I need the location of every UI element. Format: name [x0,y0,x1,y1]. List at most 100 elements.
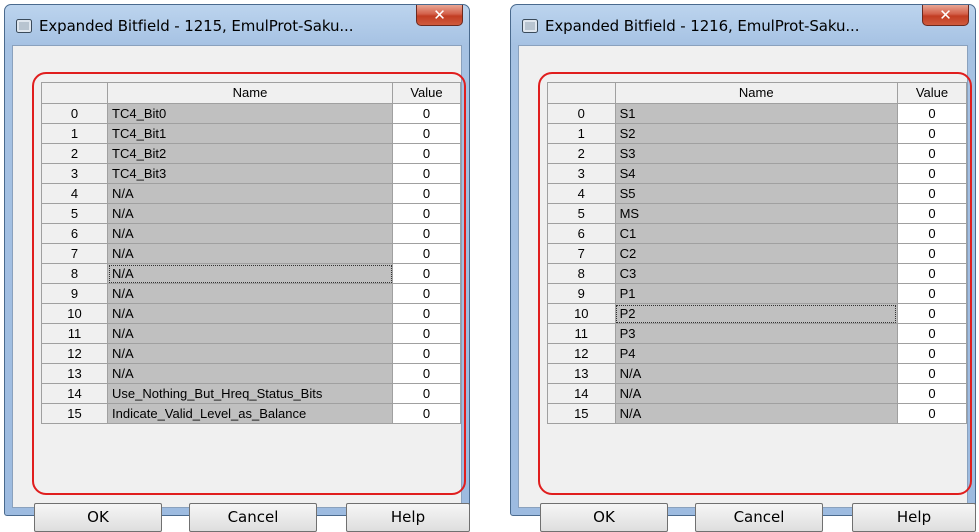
table-row[interactable]: 9 P1 0 [547,283,968,304]
name-cell[interactable]: N/A [107,243,393,264]
row-index-cell[interactable]: 6 [40,223,109,244]
value-cell[interactable]: 0 [896,343,968,364]
row-index-cell[interactable]: 0 [40,103,109,124]
table-row[interactable]: 10 N/A 0 [40,303,461,324]
table-row[interactable]: 5 MS 0 [547,203,968,224]
value-cell[interactable]: 0 [392,103,461,124]
value-cell[interactable]: 0 [392,183,461,204]
row-index-cell[interactable]: 4 [547,183,616,204]
name-cell[interactable]: N/A [107,303,393,324]
value-cell[interactable]: 0 [896,123,968,144]
value-cell[interactable]: 0 [896,403,968,424]
value-cell[interactable]: 0 [896,263,968,284]
row-index-cell[interactable]: 1 [547,123,616,144]
value-cell[interactable]: 0 [392,143,461,164]
table-row[interactable]: 4 N/A 0 [40,183,461,204]
value-cell[interactable]: 0 [896,103,968,124]
table-row[interactable]: 9 N/A 0 [40,283,461,304]
name-cell[interactable]: S1 [614,103,898,124]
name-cell[interactable]: P2 [614,303,898,324]
table-row[interactable]: 11 P3 0 [547,323,968,344]
row-index-cell[interactable]: 9 [547,283,616,304]
name-cell[interactable]: TC4_Bit2 [107,143,393,164]
name-cell[interactable]: N/A [107,323,393,344]
value-cell[interactable]: 0 [392,343,461,364]
value-cell[interactable]: 0 [392,203,461,224]
name-cell[interactable]: N/A [107,183,393,204]
row-index-cell[interactable]: 11 [547,323,616,344]
name-cell[interactable]: TC4_Bit3 [107,163,393,184]
column-header-name[interactable]: Name [614,82,898,104]
table-row[interactable]: 1 S2 0 [547,123,968,144]
row-index-cell[interactable]: 14 [547,383,616,404]
value-cell[interactable]: 0 [392,243,461,264]
row-index-cell[interactable]: 1 [40,123,109,144]
value-cell[interactable]: 0 [896,283,968,304]
row-index-cell[interactable]: 0 [547,103,616,124]
table-row[interactable]: 2 TC4_Bit2 0 [40,143,461,164]
table-row[interactable]: 0 TC4_Bit0 0 [40,103,461,124]
value-cell[interactable]: 0 [896,303,968,324]
row-index-cell[interactable]: 11 [40,323,109,344]
name-cell[interactable]: P1 [614,283,898,304]
title-bar[interactable]: Expanded Bitfield - 1216, EmulProt-Saku.… [511,5,975,45]
table-row[interactable]: 14 Use_Nothing_But_Hreq_Status_Bits 0 [40,383,461,404]
row-index-cell[interactable]: 12 [40,343,109,364]
name-cell[interactable]: TC4_Bit0 [107,103,393,124]
value-cell[interactable]: 0 [896,363,968,384]
value-cell[interactable]: 0 [392,403,461,424]
name-cell[interactable]: N/A [614,363,898,384]
value-cell[interactable]: 0 [896,163,968,184]
row-index-cell[interactable]: 8 [547,263,616,284]
column-header-value[interactable]: Value [392,82,461,104]
name-cell[interactable]: N/A [107,263,393,284]
name-cell[interactable]: MS [614,203,898,224]
close-button[interactable]: ✕ [416,5,463,26]
table-row[interactable]: 12 N/A 0 [40,343,461,364]
table-row[interactable]: 7 C2 0 [547,243,968,264]
row-index-cell[interactable]: 10 [547,303,616,324]
row-index-cell[interactable]: 7 [40,243,109,264]
title-bar[interactable]: Expanded Bitfield - 1215, EmulProt-Saku.… [5,5,469,45]
row-index-cell[interactable]: 15 [40,403,109,424]
value-cell[interactable]: 0 [392,363,461,384]
value-cell[interactable]: 0 [392,303,461,324]
table-row[interactable]: 8 N/A 0 [40,263,461,284]
name-cell[interactable]: N/A [107,283,393,304]
value-cell[interactable]: 0 [392,223,461,244]
row-index-cell[interactable]: 5 [547,203,616,224]
table-row[interactable]: 0 S1 0 [547,103,968,124]
row-index-cell[interactable]: 7 [547,243,616,264]
value-cell[interactable]: 0 [392,123,461,144]
row-index-cell[interactable]: 9 [40,283,109,304]
value-cell[interactable]: 0 [896,203,968,224]
close-button[interactable]: ✕ [922,5,969,26]
value-cell[interactable]: 0 [896,223,968,244]
name-cell[interactable]: C2 [614,243,898,264]
name-cell[interactable]: N/A [107,223,393,244]
table-row[interactable]: 1 TC4_Bit1 0 [40,123,461,144]
table-row[interactable]: 8 C3 0 [547,263,968,284]
value-cell[interactable]: 0 [392,283,461,304]
name-cell[interactable]: S3 [614,143,898,164]
value-cell[interactable]: 0 [896,243,968,264]
table-row[interactable]: 11 N/A 0 [40,323,461,344]
name-cell[interactable]: C3 [614,263,898,284]
name-cell[interactable]: P4 [614,343,898,364]
row-index-cell[interactable]: 2 [40,143,109,164]
name-cell[interactable]: Use_Nothing_But_Hreq_Status_Bits [107,383,393,404]
value-cell[interactable]: 0 [392,263,461,284]
table-row[interactable]: 5 N/A 0 [40,203,461,224]
value-cell[interactable]: 0 [392,323,461,344]
name-cell[interactable]: N/A [107,343,393,364]
value-cell[interactable]: 0 [896,323,968,344]
name-cell[interactable]: P3 [614,323,898,344]
table-row[interactable]: 14 N/A 0 [547,383,968,404]
row-index-cell[interactable]: 5 [40,203,109,224]
name-cell[interactable]: N/A [107,203,393,224]
table-row[interactable]: 15 Indicate_Valid_Level_as_Balance 0 [40,403,461,424]
name-cell[interactable]: TC4_Bit1 [107,123,393,144]
value-cell[interactable]: 0 [392,163,461,184]
table-row[interactable]: 2 S3 0 [547,143,968,164]
table-row[interactable]: 7 N/A 0 [40,243,461,264]
